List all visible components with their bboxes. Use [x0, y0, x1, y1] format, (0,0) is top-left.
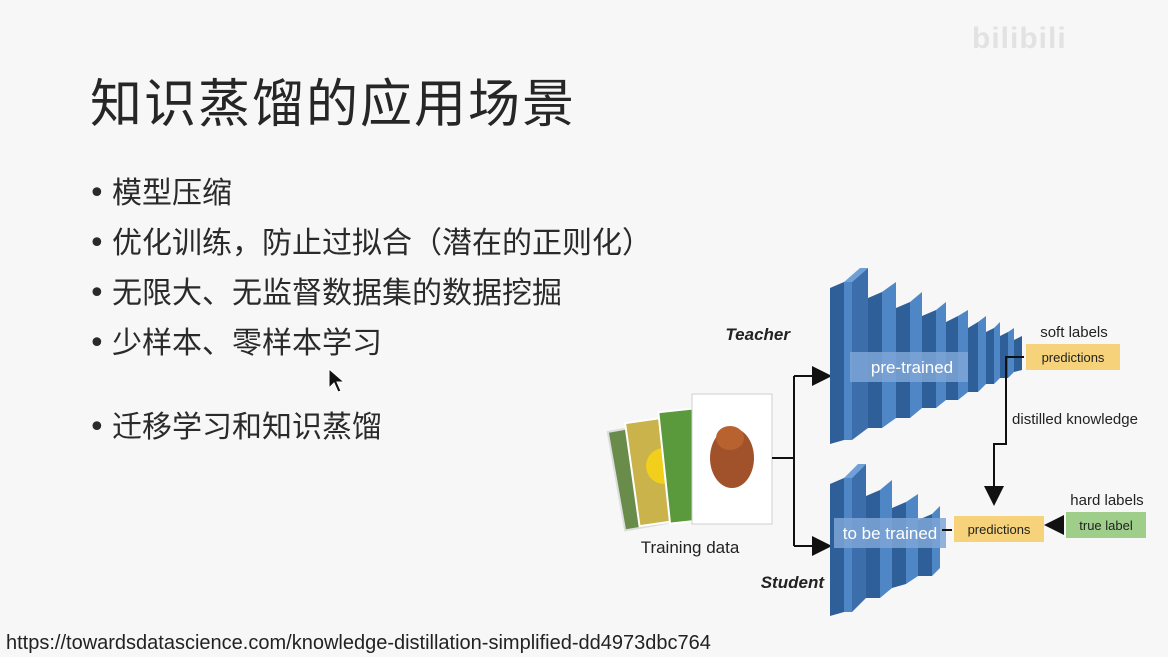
hard-labels-label: hard labels	[1070, 492, 1143, 509]
distilled-arrow	[984, 418, 1007, 506]
student-predictions-label: predictions	[968, 522, 1031, 537]
mouse-pointer-icon	[328, 367, 346, 398]
training-data-label: Training data	[641, 538, 740, 557]
teacher-network	[830, 268, 1022, 444]
distilled-knowledge-label: distilled knowledge	[1012, 411, 1138, 428]
distillation-diagram: Training data pre-trained Teacher to be …	[606, 268, 1146, 616]
slide-title: 知识蒸馏的应用场景	[90, 75, 577, 135]
soft-labels-label: soft labels	[1040, 324, 1108, 341]
bullet-item: • 少样本、零样本学习	[88, 326, 382, 361]
bullet-item: • 迁移学习和知识蒸馏	[88, 410, 382, 445]
teacher-predictions-label: predictions	[1042, 350, 1105, 365]
training-images	[606, 393, 773, 532]
source-url: https://towardsdatascience.com/knowledge…	[6, 632, 711, 654]
student-label: Student	[761, 573, 826, 592]
student-box-label: to be trained	[843, 524, 938, 543]
teacher-label: Teacher	[725, 325, 791, 344]
teacher-box-label: pre-trained	[871, 358, 953, 377]
bilibili-watermark: bilibili	[972, 22, 1067, 55]
bullet-item: • 无限大、无监督数据集的数据挖掘	[88, 276, 562, 311]
true-label-label: true label	[1079, 518, 1133, 533]
bullet-item: • 优化训练，防止过拟合（潜在的正则化）	[88, 226, 652, 261]
bullet-item: • 模型压缩	[88, 176, 232, 211]
bullet-list: • 模型压缩 • 优化训练，防止过拟合（潜在的正则化） • 无限大、无监督数据集的数据…	[88, 176, 652, 460]
